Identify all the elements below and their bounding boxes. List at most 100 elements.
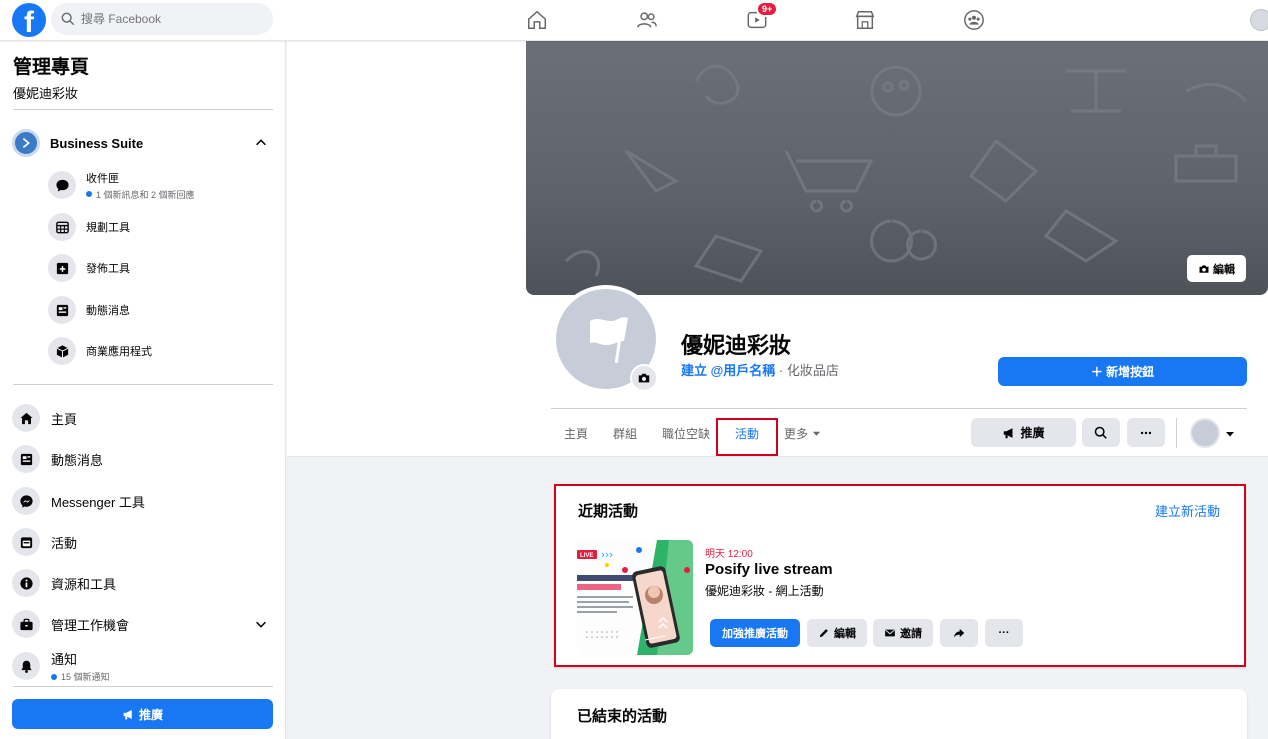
messenger-icon: [12, 487, 40, 515]
groups-nav-button[interactable]: [961, 7, 987, 33]
invite-label: 邀請: [900, 628, 922, 640]
sidebar-item-home[interactable]: 主頁: [12, 403, 274, 433]
page-title: 優妮迪彩妝: [681, 333, 792, 358]
sidebar-item-label: 收件匣: [86, 172, 119, 185]
sidebar-item-messenger[interactable]: Messenger 工具: [12, 486, 274, 516]
sidebar-page-name[interactable]: 優妮迪彩妝: [13, 83, 78, 102]
sidebar-item-label: 通知: [51, 652, 78, 667]
chevron-up-icon[interactable]: [254, 136, 268, 150]
event-more-button[interactable]: ···: [985, 619, 1023, 647]
tab-events[interactable]: 活動: [735, 425, 759, 442]
share-event-button[interactable]: [940, 619, 978, 647]
tab-more[interactable]: 更多: [784, 425, 821, 442]
event-more-label: ···: [998, 627, 1010, 639]
event-time: 明天 12:00: [705, 549, 753, 560]
event-cover-image: LIVE: [577, 540, 693, 655]
sidebar-item-label: 資源和工具: [51, 576, 117, 592]
sidebar-item-planner[interactable]: 規劃工具: [48, 212, 274, 242]
camera-icon: [638, 373, 650, 383]
publish-icon: [48, 254, 76, 282]
sidebar-item-publishing[interactable]: 發佈工具: [48, 253, 274, 283]
tab-jobs[interactable]: 職位空缺: [662, 425, 710, 442]
add-button[interactable]: ＋ 新增按鈕: [998, 357, 1247, 386]
business-suite-toggle[interactable]: Business Suite: [12, 129, 274, 157]
camera-icon: [1199, 264, 1209, 273]
sidebar-item-notifications[interactable]: 通知 15 個新通知: [12, 651, 274, 682]
header-promote-button[interactable]: 推廣: [971, 418, 1076, 447]
past-events-card: 已結束的活動: [551, 689, 1247, 739]
news-feed-icon: [12, 445, 40, 473]
search-box[interactable]: [51, 3, 273, 35]
divider: [13, 384, 273, 385]
caret-down-icon: [812, 431, 821, 436]
chat-bubble-icon: [48, 171, 76, 199]
sidebar-item-label: 動態消息: [86, 305, 130, 317]
sidebar-item-news-feed[interactable]: 動態消息: [48, 295, 274, 325]
news-feed-icon: [48, 296, 76, 324]
live-label: LIVE: [580, 553, 593, 559]
cube-icon: [48, 337, 76, 365]
cover-pattern-icons: [564, 64, 1248, 283]
tab-groups[interactable]: 群組: [613, 425, 637, 442]
sidebar-item-label: 發佈工具: [86, 263, 130, 275]
search-input[interactable]: [81, 12, 251, 26]
search-icon: [1094, 426, 1107, 439]
facebook-logo[interactable]: f: [12, 3, 46, 37]
past-events-title: 已結束的活動: [577, 708, 668, 725]
sidebar-item-feed[interactable]: 動態消息: [12, 444, 274, 474]
page-category: · 化妝品店: [775, 363, 839, 378]
event-name[interactable]: Posify live stream: [705, 561, 833, 578]
sidebar-item-business-apps[interactable]: 商業應用程式: [48, 336, 274, 366]
top-navigation-bar: f 9+: [0, 0, 1268, 41]
notifications-note-text: 15 個新通知: [61, 672, 110, 682]
boost-event-button[interactable]: 加強推廣活動: [710, 619, 800, 647]
change-profile-picture-button[interactable]: [630, 364, 658, 392]
sidebar-item-inbox[interactable]: 收件匣 1 個新訊息和 2 個新回應: [48, 170, 274, 200]
sidebar-item-jobs[interactable]: 管理工作機會: [12, 609, 274, 639]
promote-label: 推廣: [1020, 426, 1045, 440]
friends-nav-button[interactable]: [634, 7, 660, 33]
business-suite-label: Business Suite: [50, 135, 144, 151]
recent-events-title: 近期活動: [578, 503, 639, 520]
edit-cover-button[interactable]: 編輯: [1187, 255, 1246, 282]
pencil-icon: [819, 629, 828, 638]
briefcase-icon: [12, 610, 40, 638]
create-username-link[interactable]: 建立 @用戶名稱: [681, 363, 775, 378]
chevron-down-icon[interactable]: [254, 617, 268, 631]
caret-down-icon[interactable]: [1225, 429, 1235, 439]
cover-photo[interactable]: [526, 41, 1268, 295]
bell-icon: [12, 652, 40, 680]
sidebar-item-label: 管理工作機會: [51, 617, 130, 633]
event-thumbnail[interactable]: LIVE: [577, 540, 693, 655]
invite-button[interactable]: 邀請: [873, 619, 933, 647]
search-page-button[interactable]: [1082, 418, 1120, 447]
groups-icon: [964, 10, 984, 30]
tab-home[interactable]: 主頁: [564, 425, 588, 442]
more-options-button[interactable]: [1127, 418, 1165, 447]
edit-event-button[interactable]: 編輯: [807, 619, 867, 647]
sidebar-item-resources[interactable]: 資源和工具: [12, 568, 274, 598]
sidebar-item-label: 商業應用程式: [86, 346, 152, 358]
switch-profile-avatar[interactable]: [1190, 418, 1220, 448]
promote-label: 推廣: [138, 707, 163, 722]
notification-badge: 9+: [756, 1, 779, 17]
inbox-note-text: 1 個新訊息和 2 個新回應: [96, 189, 195, 200]
boost-event-label: 加強推廣活動: [722, 628, 788, 640]
event-subtitle: 優妮迪彩妝 - 網上活動: [705, 584, 824, 598]
divider: [13, 109, 273, 110]
sidebar-item-label: 活動: [51, 535, 78, 551]
account-avatar[interactable]: [1250, 9, 1268, 31]
sidebar-item-label: Messenger 工具: [51, 494, 145, 510]
create-event-link[interactable]: 建立新活動: [1155, 501, 1220, 520]
calendar-grid-icon: [48, 213, 76, 241]
divider: [1176, 418, 1177, 448]
tab-more-label: 更多: [784, 427, 809, 441]
sidebar-item-events[interactable]: 活動: [12, 527, 274, 557]
info-icon: [12, 569, 40, 597]
marketplace-nav-button[interactable]: [852, 7, 878, 33]
home-nav-button[interactable]: [524, 7, 550, 33]
watch-nav-button[interactable]: 9+: [744, 1, 779, 33]
sidebar-promote-button[interactable]: 推廣: [12, 699, 273, 729]
envelope-icon: [885, 629, 895, 637]
recent-events-card: 近期活動 建立新活動 LIVE 明天 12:00 Posify live str…: [554, 484, 1246, 667]
